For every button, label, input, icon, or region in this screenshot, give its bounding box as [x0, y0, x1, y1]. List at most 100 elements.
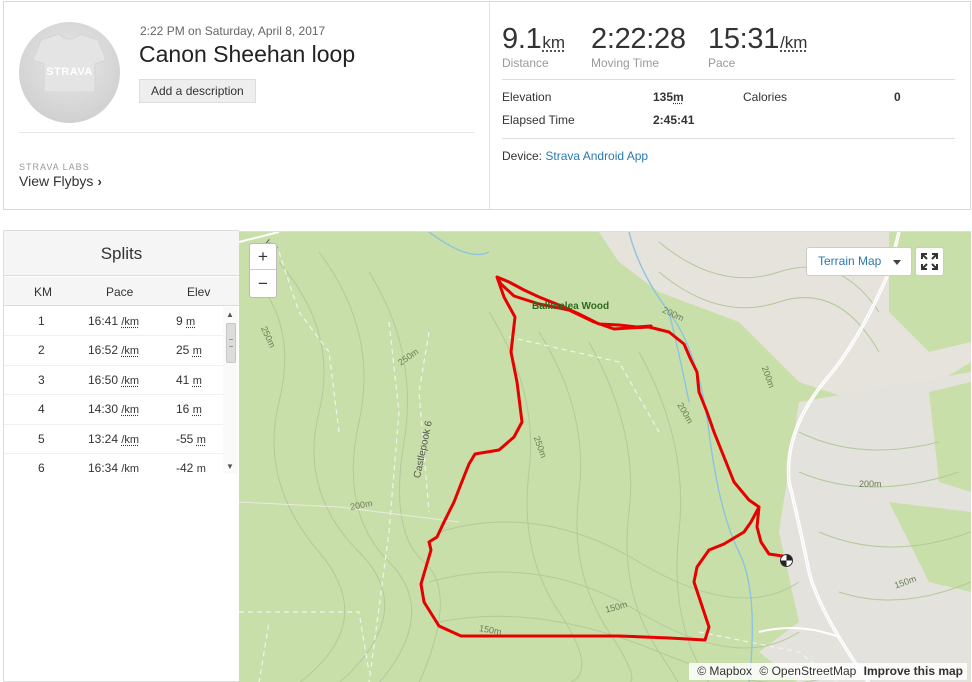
split-pace-unit: /km	[121, 345, 140, 358]
split-pace: 13:24 /km	[88, 432, 139, 446]
split-elev-value: 9	[176, 314, 183, 328]
split-pace-value: 16:41	[88, 314, 119, 328]
split-pace: 14:30 /km	[88, 402, 139, 416]
splits-title: Splits	[4, 231, 239, 276]
pace-column-header: Pace	[106, 285, 134, 299]
split-elev-unit: m	[192, 404, 202, 417]
elapsed-time-value: 2:45:41	[653, 113, 695, 127]
split-elev-value: 41	[176, 372, 190, 387]
split-pace-value: 13:24	[88, 431, 119, 446]
divider	[19, 132, 474, 133]
splits-header-row: KM Pace Elev	[4, 277, 239, 306]
split-pace: 16:34 /km	[88, 461, 139, 474]
distance-unit: km	[542, 33, 566, 52]
activity-title: Canon Sheehan loop	[139, 41, 356, 67]
zoom-control: + −	[249, 243, 277, 298]
splits-scrollbar[interactable]: ▲ ▼	[223, 307, 238, 474]
split-elev-value: -55	[176, 431, 194, 446]
split-pace-value: 14:30	[88, 402, 119, 417]
calories-label: Calories	[743, 90, 788, 104]
scrollbar-thumb[interactable]	[226, 323, 236, 363]
split-elev: 16 m	[176, 402, 202, 416]
divider	[502, 79, 955, 80]
map-style-dropdown[interactable]: Terrain Map	[806, 247, 913, 276]
split-km: 4	[38, 402, 45, 417]
split-elev: 41 m	[176, 373, 202, 387]
splits-panel: Splits KM Pace Elev 1 16:41 /km 9 m 2 16:52 …	[3, 230, 239, 682]
improve-map-link[interactable]: Improve this map	[864, 664, 963, 678]
split-elev: 25 m	[176, 343, 202, 357]
map-label-wood: Ballinelea Wood	[532, 301, 610, 312]
view-flybys-link[interactable]: View Flybys ›	[19, 173, 102, 189]
split-row: 5 13:24 /km -55 m	[4, 425, 223, 454]
activity-summary-card: STRAVA 2:22 PM on Saturday, April 8, 201…	[3, 1, 971, 210]
split-km: 3	[38, 372, 45, 387]
mapbox-attribution-link[interactable]: © Mapbox	[697, 664, 752, 678]
split-pace-unit: /km	[121, 462, 140, 474]
fullscreen-icon	[921, 253, 938, 270]
route-map[interactable]: Ballinelea Wood Castlepook 6 k 8 200m 20…	[239, 231, 971, 682]
split-elev-value: 25	[176, 343, 190, 358]
elevation-label: Elevation	[502, 90, 552, 104]
divider	[502, 138, 955, 139]
split-row: 2 16:52 /km 25 m	[4, 336, 223, 366]
zoom-out-button[interactable]: −	[250, 271, 276, 297]
athlete-avatar[interactable]: STRAVA	[19, 22, 120, 123]
split-elev-unit: m	[192, 345, 202, 358]
split-pace-unit: /km	[121, 316, 140, 328]
divider	[489, 2, 490, 209]
split-km: 6	[38, 460, 45, 474]
zoom-in-button[interactable]: +	[250, 244, 276, 270]
add-description-button[interactable]: Add a description	[139, 79, 256, 103]
device-link[interactable]: Strava Android App	[545, 149, 648, 163]
split-pace: 16:50 /km	[88, 373, 139, 387]
calories-value: 0	[894, 90, 901, 104]
view-flybys-label: View Flybys	[19, 173, 94, 189]
moving-time-value: 2:22:28	[591, 23, 686, 55]
activity-datetime: 2:22 PM on Saturday, April 8, 2017	[140, 24, 326, 38]
split-pace: 16:41 /km	[88, 314, 139, 328]
distance-label: Distance	[502, 56, 549, 70]
split-pace-unit: /km	[121, 433, 140, 446]
finish-flag-icon[interactable]	[780, 554, 793, 567]
split-pace-value: 16:52	[88, 343, 119, 358]
route-line	[419, 275, 791, 642]
split-elev-unit: m	[186, 316, 196, 328]
elapsed-time-label: Elapsed Time	[502, 113, 575, 127]
scroll-up-icon[interactable]: ▲	[226, 310, 234, 319]
distance-value: 9.1	[502, 23, 542, 55]
split-pace-unit: /km	[121, 404, 140, 417]
fullscreen-button[interactable]	[915, 247, 944, 276]
strava-labs-label: STRAVA LABS	[19, 162, 90, 172]
split-elev: 9 m	[176, 314, 195, 328]
split-elev-unit: m	[196, 433, 206, 446]
distance-stat: 9.1km Distance	[502, 23, 565, 70]
split-elev-unit: m	[196, 462, 206, 474]
split-elev-unit: m	[192, 374, 202, 387]
map-style-label: Terrain Map	[818, 254, 882, 268]
device-info: Device: Strava Android App	[502, 149, 648, 163]
elevation-number: 135	[653, 90, 674, 104]
split-elev: -55 m	[176, 432, 206, 446]
split-row: 1 16:41 /km 9 m	[4, 307, 223, 337]
split-row: 3 16:50 /km 41 m	[4, 366, 223, 396]
map-attribution: © Mapbox © OpenStreetMap Improve this ma…	[689, 663, 967, 680]
moving-time-label: Moving Time	[591, 56, 660, 70]
elevation-value: 135m	[653, 90, 684, 104]
split-pace-value: 16:34	[88, 460, 119, 474]
km-column-header: KM	[34, 285, 52, 299]
split-row: 6 16:34 /km -42 m	[4, 454, 223, 474]
split-pace-value: 16:50	[88, 372, 119, 387]
moving-time-stat: 2:22:28 Moving Time	[591, 23, 686, 70]
scroll-down-icon[interactable]: ▼	[226, 462, 234, 471]
elev-column-header: Elev	[187, 285, 211, 299]
device-label: Device:	[502, 149, 543, 163]
osm-attribution-link[interactable]: © OpenStreetMap	[759, 664, 856, 678]
pace-value: 15:31	[708, 23, 780, 55]
caret-down-icon	[893, 260, 902, 265]
terrain-basemap	[239, 232, 971, 682]
split-pace-unit: /km	[121, 374, 140, 387]
split-row: 4 14:30 /km 16 m	[4, 395, 223, 425]
split-elev-value: -42	[176, 460, 194, 474]
elevation-unit: m	[673, 90, 684, 104]
